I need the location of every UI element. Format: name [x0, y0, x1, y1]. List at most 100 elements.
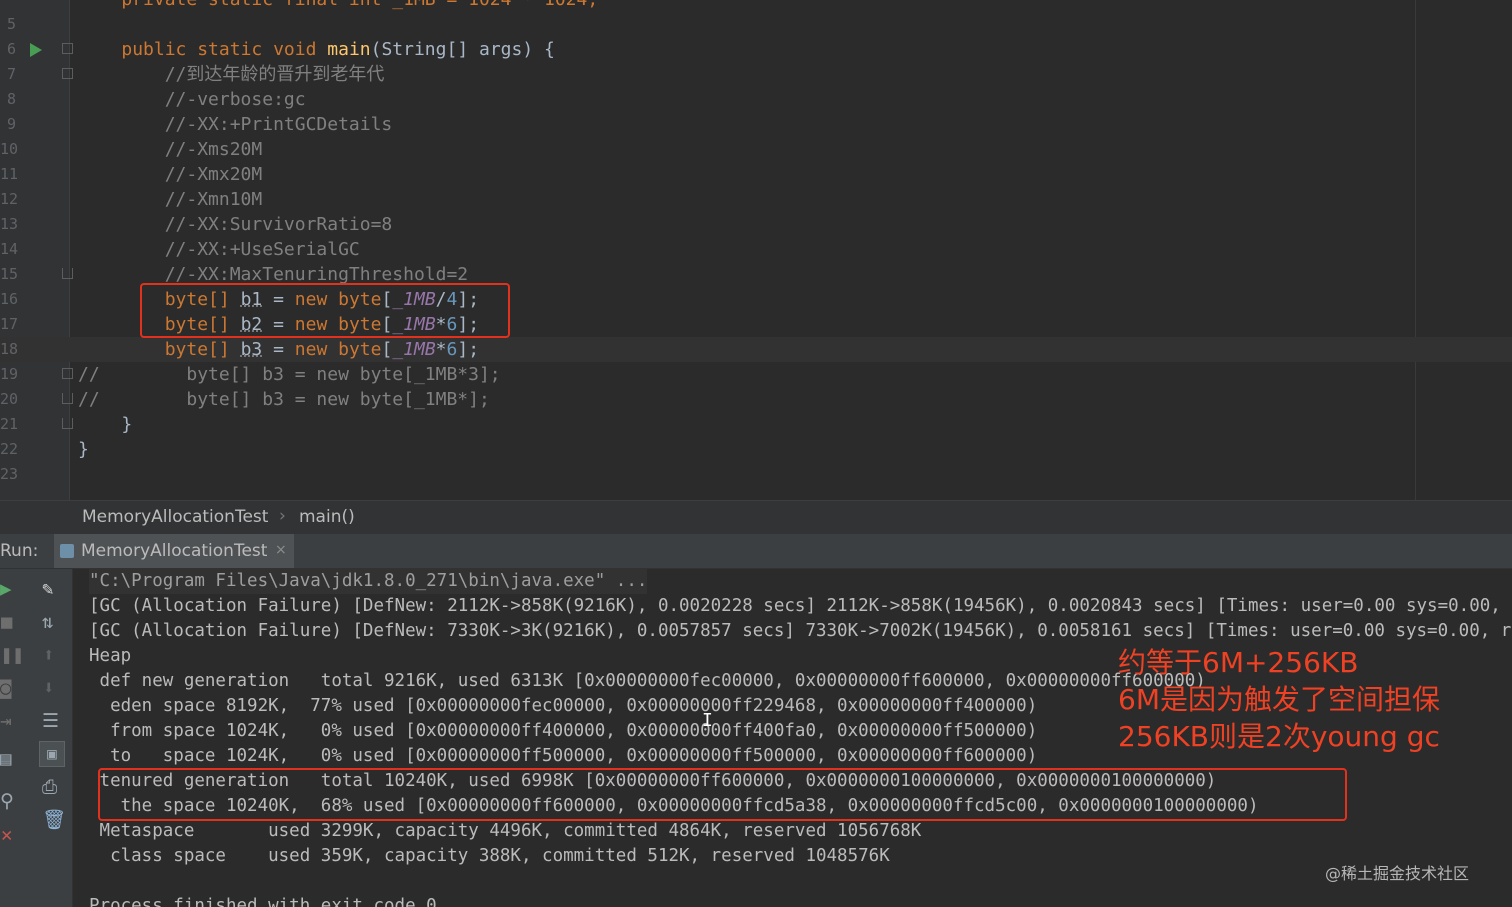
code-token: (String[] args) { [370, 39, 555, 60]
code-token: 6 [446, 339, 458, 360]
fold-marker-icon[interactable] [62, 43, 73, 54]
code-line[interactable]: 6 public static void main(String[] args)… [0, 37, 1512, 62]
fold-marker-icon[interactable] [62, 268, 73, 279]
line-number: 23 [0, 465, 19, 483]
code-line[interactable]: 8 //-verbose:gc [0, 87, 1512, 112]
code-text: byte[] b3 = new byte[_1MB*6]; [78, 337, 479, 362]
fold-marker-icon[interactable] [62, 418, 73, 429]
stop-icon[interactable]: ■ [1, 612, 12, 632]
line-number: 17 [0, 315, 19, 333]
line-number: 11 [0, 165, 19, 183]
line-number: 20 [0, 390, 19, 408]
annotation-line-2: 6M是因为触发了空间担保 [1118, 683, 1440, 716]
code-line[interactable]: private static final int _1MB = 1024 * 1… [0, 0, 1512, 12]
pause-icon[interactable]: ❚❚ [1, 645, 24, 665]
console-line: [GC (Allocation Failure) [DefNew: 7330K-… [89, 621, 1512, 641]
up-arrow-icon[interactable]: ⬆ [43, 645, 54, 665]
run-toolbar-primary: ▶ ■ ❚❚ ◙ ⇥ ▤ ⚲ ✕ [0, 569, 30, 907]
code-token: //-XX:+PrintGCDetails [78, 114, 393, 135]
breadcrumb-class[interactable]: MemoryAllocationTest [82, 507, 268, 527]
print-icon[interactable]: ⎙ [42, 777, 57, 797]
watermark: @稀土掘金技术社区 [1325, 864, 1470, 883]
line-number: 12 [0, 190, 19, 208]
fold-marker-icon[interactable] [62, 393, 73, 404]
edit-icon[interactable]: ✎ [42, 579, 53, 599]
annotation-line-3: 256KB则是2次young gc [1118, 720, 1440, 753]
code-text: //-XX:+PrintGCDetails [78, 112, 393, 137]
line-number: 22 [0, 440, 19, 458]
layout-icon[interactable]: ▤ [0, 749, 11, 769]
scroll-end-icon[interactable]: ▣ [39, 741, 65, 767]
code-token: byte[] [78, 339, 241, 360]
code-line[interactable]: 20 // byte[] b3 = new byte[_1MB*]; [0, 387, 1512, 412]
code-line[interactable]: 9 //-XX:+PrintGCDetails [0, 112, 1512, 137]
run-label: Run: [0, 541, 39, 561]
console-line: "C:\Program Files\Java\jdk1.8.0_271\bin\… [89, 569, 648, 594]
code-text: //-XX:SurvivorRatio=8 [78, 212, 393, 237]
trash-icon[interactable]: 🗑 [42, 810, 66, 830]
code-line[interactable]: 13 //-XX:SurvivorRatio=8 [0, 212, 1512, 237]
pin-icon[interactable]: ⚲ [0, 791, 14, 811]
rerun-icon[interactable]: ▶ [0, 579, 11, 599]
code-token: } [78, 439, 89, 460]
breadcrumb-method[interactable]: main() [299, 507, 355, 527]
code-token: // byte[] b3 = new byte[_1MB*]; [78, 389, 490, 410]
code-line[interactable]: 7 //到达年龄的晋升到老年代 [0, 62, 1512, 87]
code-token: main [327, 39, 371, 60]
code-line[interactable]: 22} [0, 437, 1512, 462]
line-number: 14 [0, 240, 19, 258]
sort-icon[interactable]: ⇅ [42, 612, 53, 632]
close-icon[interactable]: × [275, 542, 287, 558]
down-arrow-icon[interactable]: ⬇ [43, 678, 54, 698]
soft-wrap-icon[interactable]: ☰ [42, 711, 59, 731]
code-line[interactable]: 11 //-Xmx20M [0, 162, 1512, 187]
code-line[interactable]: 23 [0, 462, 1512, 487]
console-line: Metaspace used 3299K, capacity 4496K, co… [89, 821, 922, 841]
code-line[interactable]: 10 //-Xms20M [0, 137, 1512, 162]
code-token: _1MB [392, 339, 436, 360]
highlight-box-tenured [98, 768, 1347, 821]
console-line: from space 1024K, 0% used [0x00000000ff4… [89, 721, 1038, 741]
line-number: 10 [0, 140, 19, 158]
run-triangle-icon[interactable] [30, 43, 42, 57]
breadcrumb: MemoryAllocationTest › main() [0, 500, 1512, 534]
run-tool-window-header: Run: MemoryAllocationTest × [0, 534, 1512, 569]
code-text: } [78, 437, 89, 462]
code-editor[interactable]: private static final int _1MB = 1024 * 1… [0, 0, 1512, 500]
camera-icon[interactable]: ◙ [0, 678, 11, 698]
code-token: //到达年龄的晋升到老年代 [78, 64, 385, 85]
line-number: 5 [6, 15, 16, 33]
console-line: to space 1024K, 0% used [0x00000000ff500… [89, 746, 1038, 766]
code-token: ]; [457, 339, 480, 360]
breadcrumb-separator: › [279, 506, 286, 526]
code-line[interactable]: 12 //-Xmn10M [0, 187, 1512, 212]
code-text: //-verbose:gc [78, 87, 306, 112]
text-cursor-icon: I [702, 710, 713, 731]
code-line[interactable]: 18 byte[] b3 = new byte[_1MB*6]; [0, 337, 1512, 362]
code-text: //到达年龄的晋升到老年代 [78, 62, 385, 87]
code-token: //-Xmn10M [78, 189, 263, 210]
line-number: 9 [6, 115, 16, 133]
fold-marker-icon[interactable] [62, 368, 73, 379]
close-icon[interactable]: ✕ [1, 825, 12, 845]
code-line[interactable]: 14 //-XX:+UseSerialGC [0, 237, 1512, 262]
console-line: [GC (Allocation Failure) [DefNew: 2112K-… [89, 596, 1512, 616]
exit-icon[interactable]: ⇥ [0, 711, 11, 731]
code-token: //-verbose:gc [78, 89, 306, 110]
code-text: //-Xmx20M [78, 162, 263, 187]
run-tab[interactable]: MemoryAllocationTest × [54, 534, 294, 568]
code-token: //-Xms20M [78, 139, 263, 160]
code-token: //-XX:SurvivorRatio=8 [78, 214, 393, 235]
line-number: 6 [6, 40, 16, 58]
line-number: 18 [0, 340, 19, 358]
code-token: [ [381, 339, 393, 360]
code-line[interactable]: 19 // byte[] b3 = new byte[_1MB*3]; [0, 362, 1512, 387]
code-text: //-Xms20M [78, 137, 263, 162]
code-line[interactable]: 5 [0, 12, 1512, 37]
code-text: } [78, 412, 132, 437]
highlight-box-b1-b2 [140, 283, 510, 338]
code-line[interactable]: 21 } [0, 412, 1512, 437]
fold-marker-icon[interactable] [62, 68, 73, 79]
code-text: // byte[] b3 = new byte[_1MB*3]; [78, 362, 501, 387]
code-token: private static final int _1MB = 1024 * 1… [78, 0, 598, 10]
